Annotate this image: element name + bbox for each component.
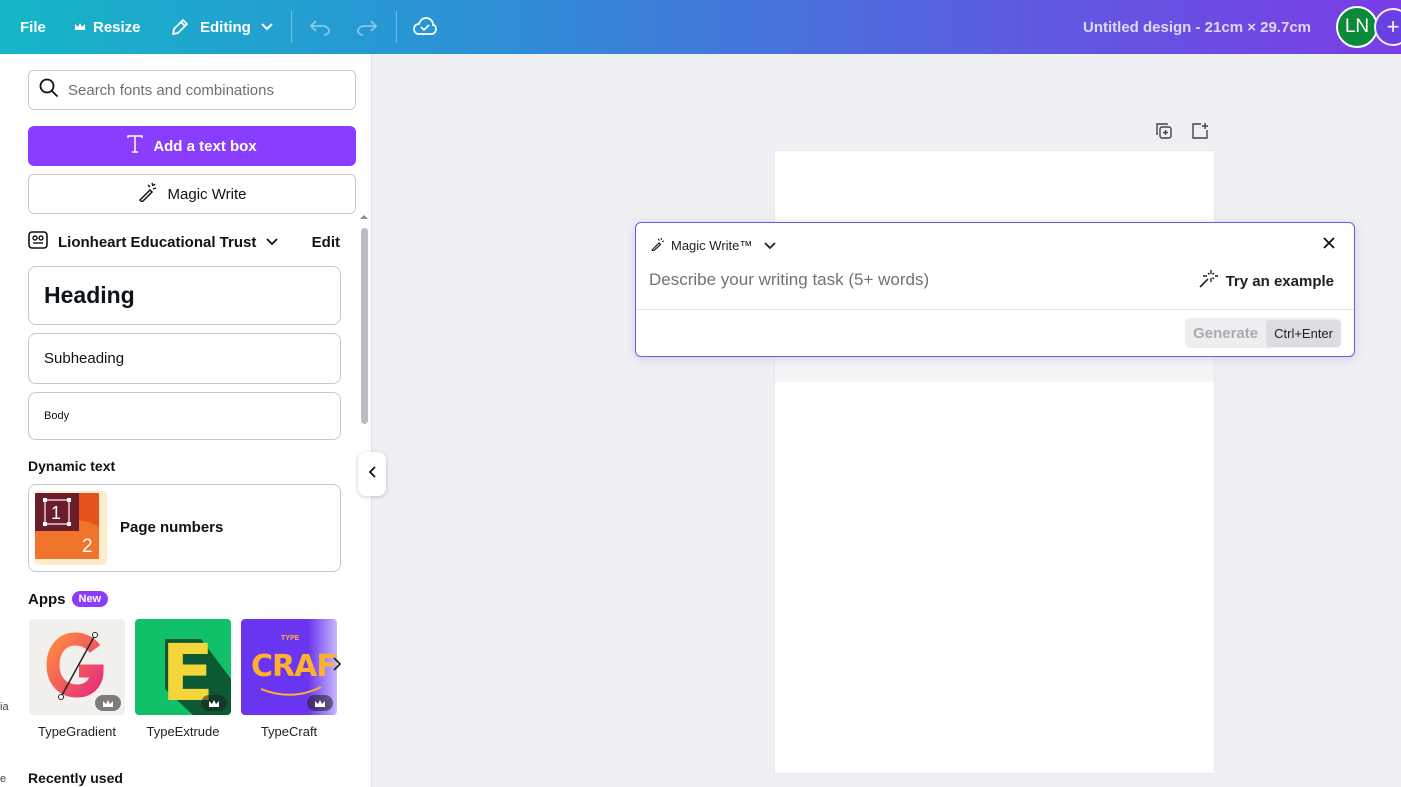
magic-wand-icon — [138, 182, 158, 206]
premium-crown-icon — [307, 695, 333, 711]
close-icon — [1323, 236, 1335, 254]
panel-scrollbar[interactable] — [359, 215, 369, 784]
app-tile-typeextrude[interactable]: E — [135, 619, 231, 715]
dynamic-text-heading: Dynamic text — [28, 458, 116, 474]
crown-icon — [74, 21, 86, 33]
brand-kit-name: Lionheart Educational Trust — [58, 233, 257, 251]
page-number-one: 1 — [51, 503, 62, 523]
cloud-save-button[interactable] — [413, 0, 437, 54]
new-badge: New — [71, 591, 109, 607]
keyboard-shortcut: Ctrl+Enter — [1266, 319, 1341, 347]
document-title[interactable]: Untitled design - 21cm × 29.7cm — [1083, 0, 1311, 54]
premium-crown-icon — [201, 695, 227, 711]
collapse-panel-button[interactable] — [358, 452, 386, 496]
writing-task-input[interactable] — [649, 267, 1189, 293]
magic-write-label: Magic Write — [167, 185, 247, 203]
rail-label-fragment: e — [0, 773, 7, 785]
brand-kit-selector[interactable]: Lionheart Educational Trust Edit — [28, 230, 340, 254]
apps-heading-label: Apps — [28, 591, 66, 608]
scroll-thumb[interactable] — [361, 228, 368, 424]
heading-style-label: Heading — [44, 282, 135, 308]
body-style-card[interactable]: Body — [28, 392, 341, 440]
app-label: TypeCraft — [260, 724, 318, 739]
duplicate-page-icon — [1155, 122, 1173, 145]
add-page-button[interactable] — [1189, 122, 1211, 144]
file-menu-label: File — [20, 18, 46, 36]
divider — [636, 309, 1354, 310]
duplicate-page-button[interactable] — [1153, 122, 1175, 144]
top-toolbar: File Resize Editing Untitled design - 21… — [0, 0, 1401, 54]
try-example-label: Try an example — [1225, 272, 1334, 290]
page-numbers-label: Page numbers — [120, 519, 224, 536]
apps-heading: Apps New — [28, 591, 109, 608]
subheading-style-label: Subheading — [44, 350, 125, 367]
editing-mode-dropdown[interactable]: Editing — [170, 0, 273, 54]
app-tile-typecraft[interactable]: TYPE CRAFT — [241, 619, 337, 715]
add-text-box-button[interactable]: Add a text box — [28, 126, 356, 166]
search-icon — [39, 78, 59, 103]
text-t-icon — [127, 135, 144, 157]
font-search-input[interactable] — [68, 81, 338, 99]
chevron-down-icon — [266, 233, 278, 251]
heading-style-card[interactable]: Heading — [28, 266, 341, 325]
page-numbers-thumbnail: 1 2 — [35, 491, 107, 565]
resize-label: Resize — [93, 18, 141, 36]
premium-crown-icon — [95, 695, 121, 711]
font-search-box — [28, 70, 356, 110]
scroll-up-arrow-icon — [360, 215, 368, 219]
file-menu-button[interactable]: File — [20, 0, 46, 54]
add-collaborator-button[interactable]: + — [1374, 8, 1401, 46]
redo-icon — [356, 18, 378, 36]
redo-button[interactable] — [356, 0, 378, 54]
magic-wand-icon — [651, 237, 665, 254]
magic-write-menu[interactable]: Magic Write™ — [651, 237, 777, 254]
add-text-box-label: Add a text box — [153, 137, 257, 155]
undo-button[interactable] — [309, 0, 331, 54]
app-label: TypeGradient — [37, 724, 117, 739]
editing-label: Editing — [200, 18, 251, 36]
magic-write-button[interactable]: Magic Write — [28, 174, 356, 214]
generate-button[interactable]: Generate Ctrl+Enter — [1185, 318, 1341, 348]
page-highlight-band — [775, 356, 1214, 382]
chevron-left-icon — [368, 465, 376, 483]
generate-label: Generate — [1193, 324, 1259, 342]
pencil-icon — [170, 17, 190, 37]
app-label: TypeExtrude — [146, 724, 220, 739]
brand-kit-icon — [28, 230, 48, 254]
body-style-label: Body — [44, 410, 70, 422]
close-button[interactable] — [1320, 236, 1338, 254]
app-tile-typegradient[interactable] — [29, 619, 125, 715]
try-example-button[interactable]: Try an example — [1198, 269, 1334, 293]
magic-write-title: Magic Write™ — [671, 238, 753, 253]
chevron-down-icon — [764, 238, 777, 253]
subheading-style-card[interactable]: Subheading — [28, 333, 341, 384]
apps-next-button[interactable] — [326, 655, 348, 677]
chevron-down-icon — [261, 23, 273, 31]
brand-edit-link[interactable]: Edit — [312, 234, 340, 251]
page-numbers-card[interactable]: 1 2 Page numbers — [28, 484, 341, 572]
text-panel: ia e Add a text box Magic Write Lionhear… — [0, 54, 372, 787]
rail-label-fragment: ia — [0, 701, 9, 713]
sparkle-wand-icon — [1198, 269, 1219, 293]
page-number-two: 2 — [82, 536, 93, 557]
magic-write-popup: Magic Write™ Try an example Generate Ctr… — [635, 222, 1355, 357]
avatar[interactable]: LN — [1336, 6, 1378, 48]
cloud-check-icon — [413, 17, 437, 37]
toolbar-divider — [396, 11, 397, 43]
resize-button[interactable]: Resize — [74, 0, 141, 54]
toolbar-divider — [291, 11, 292, 43]
recently-used-heading: Recently used — [28, 770, 123, 786]
undo-icon — [309, 18, 331, 36]
add-page-icon — [1191, 122, 1209, 145]
chevron-right-icon — [333, 656, 342, 676]
